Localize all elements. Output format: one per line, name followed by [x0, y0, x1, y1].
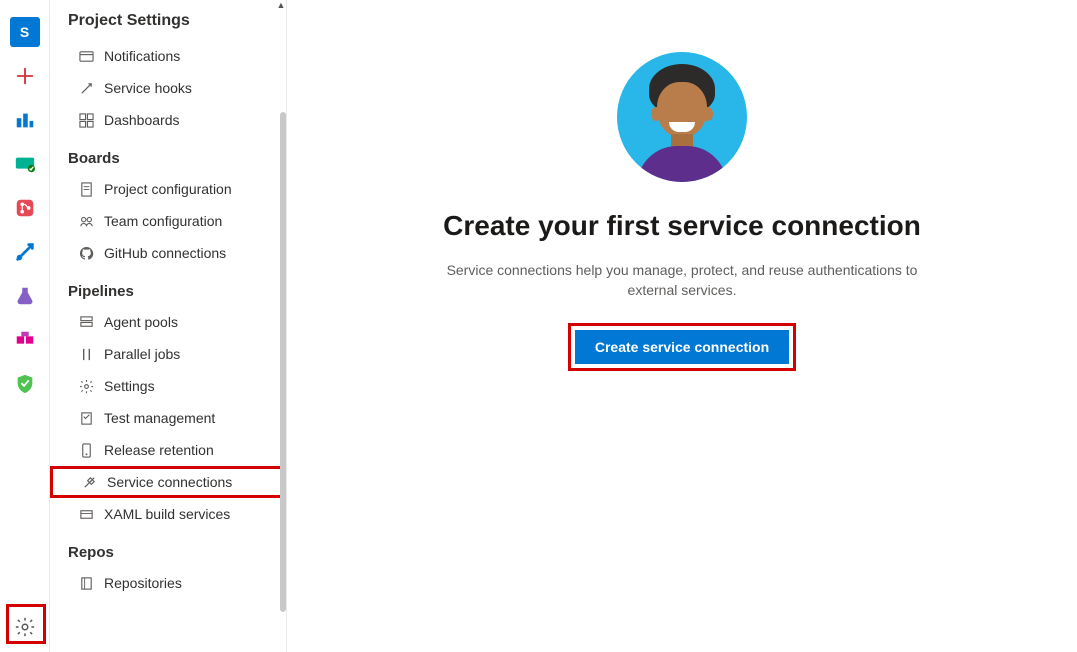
boards-icon[interactable]: [10, 149, 40, 179]
nav-label: Settings: [104, 378, 155, 394]
project-avatar-icon[interactable]: S: [10, 17, 40, 47]
nav-notifications[interactable]: Notifications: [50, 40, 286, 72]
icon-rail: S: [0, 0, 50, 652]
empty-state-avatar-icon: [617, 52, 747, 182]
nav-repositories[interactable]: Repositories: [50, 567, 286, 599]
test-plans-icon[interactable]: [10, 281, 40, 311]
parallel-icon: [78, 346, 94, 362]
nav-label: Team configuration: [104, 213, 222, 229]
cta-highlight-box: Create service connection: [568, 323, 796, 371]
nav-label: Service hooks: [104, 80, 192, 96]
team-icon: [78, 213, 94, 229]
nav-label: Project configuration: [104, 181, 232, 197]
repos-icon[interactable]: [10, 193, 40, 223]
section-pipelines: Pipelines: [50, 269, 286, 306]
scroll-up-arrow-icon[interactable]: ▲: [276, 0, 286, 10]
repo-icon: [78, 575, 94, 591]
nav-label: Repositories: [104, 575, 182, 591]
nav-release-retention[interactable]: Release retention: [50, 434, 286, 466]
section-boards: Boards: [50, 136, 286, 173]
empty-state-title: Create your first service connection: [443, 210, 921, 242]
empty-state-subtitle: Service connections help you manage, pro…: [422, 260, 942, 301]
nav-service-connections[interactable]: Service connections: [50, 466, 286, 498]
build-icon: [78, 506, 94, 522]
pipelines-icon[interactable]: [10, 237, 40, 267]
compliance-icon[interactable]: [10, 369, 40, 399]
main-content: Create your first service connection Ser…: [287, 0, 1077, 652]
nav-parallel-jobs[interactable]: Parallel jobs: [50, 338, 286, 370]
sidebar-title: Project Settings: [50, 6, 286, 40]
hook-icon: [78, 80, 94, 96]
nav-label: Parallel jobs: [104, 346, 180, 362]
nav-label: Release retention: [104, 442, 214, 458]
test-icon: [78, 410, 94, 426]
nav-service-hooks[interactable]: Service hooks: [50, 72, 286, 104]
nav-agent-pools[interactable]: Agent pools: [50, 306, 286, 338]
pool-icon: [78, 314, 94, 330]
gear-icon: [78, 378, 94, 394]
artifacts-icon[interactable]: [10, 325, 40, 355]
nav-test-management[interactable]: Test management: [50, 402, 286, 434]
nav-label: Notifications: [104, 48, 180, 64]
nav-xaml-build[interactable]: XAML build services: [50, 498, 286, 530]
nav-dashboards[interactable]: Dashboards: [50, 104, 286, 136]
nav-settings[interactable]: Settings: [50, 370, 286, 402]
section-repos: Repos: [50, 530, 286, 567]
github-icon: [78, 245, 94, 261]
add-icon[interactable]: [10, 61, 40, 91]
nav-label: GitHub connections: [104, 245, 226, 261]
create-service-connection-button[interactable]: Create service connection: [575, 330, 789, 364]
nav-label: Test management: [104, 410, 215, 426]
doc-icon: [78, 181, 94, 197]
nav-label: XAML build services: [104, 506, 230, 522]
nav-label: Service connections: [107, 474, 232, 490]
settings-sidebar: ▲ Project Settings Notifications Service…: [50, 0, 287, 652]
notifications-icon: [78, 48, 94, 64]
dashboard-icon: [78, 112, 94, 128]
plug-icon: [81, 474, 97, 490]
sidebar-scrollbar[interactable]: [280, 112, 286, 612]
nav-label: Dashboards: [104, 112, 180, 128]
retention-icon: [78, 442, 94, 458]
nav-project-configuration[interactable]: Project configuration: [50, 173, 286, 205]
project-settings-gear-icon[interactable]: [14, 616, 36, 638]
nav-label: Agent pools: [104, 314, 178, 330]
nav-github-connections[interactable]: GitHub connections: [50, 237, 286, 269]
overview-icon[interactable]: [10, 105, 40, 135]
nav-team-configuration[interactable]: Team configuration: [50, 205, 286, 237]
